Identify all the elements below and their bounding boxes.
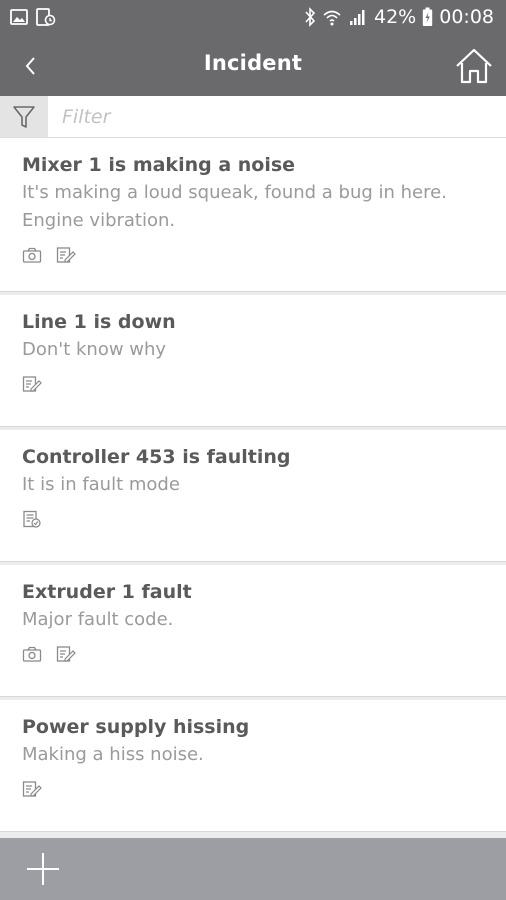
- incident-description: It is in fault mode: [22, 474, 180, 495]
- incident-card[interactable]: Controller 453 is faulting It is in faul…: [0, 430, 506, 562]
- edit-note-icon: [22, 781, 42, 797]
- incident-card[interactable]: Mixer 1 is making a noise It's making a …: [0, 138, 506, 292]
- camera-icon: [22, 646, 42, 662]
- filter-button[interactable]: [0, 96, 48, 137]
- checklist-icon: [23, 510, 41, 528]
- wifi-icon: [323, 10, 341, 26]
- attachment-icons: [22, 644, 484, 664]
- bottom-bar: [0, 838, 506, 900]
- incident-card[interactable]: Extruder 1 fault Major fault code.: [0, 565, 506, 697]
- attachment-icons: [22, 509, 484, 529]
- filter-input[interactable]: [60, 102, 484, 132]
- incident-list: Mixer 1 is making a noise It's making a …: [0, 138, 506, 835]
- edit-note-icon: [22, 376, 42, 392]
- incident-title: Extruder 1 fault: [22, 581, 192, 603]
- home-button[interactable]: [454, 46, 494, 86]
- incident-description: It's making a loud squeak, found a bug i…: [22, 182, 447, 231]
- camera-icon: [22, 247, 42, 263]
- incident-title: Power supply hissing: [22, 716, 250, 738]
- filter-bar: [0, 96, 506, 138]
- signal-icon: [350, 10, 365, 25]
- home-icon: [456, 48, 492, 84]
- battery-charging-icon: [423, 7, 433, 26]
- app-bar: Incident: [0, 36, 506, 96]
- incident-title: Mixer 1 is making a noise: [22, 154, 296, 176]
- attachment-icons: [22, 245, 484, 265]
- battery-percentage: 42%: [374, 6, 417, 28]
- bluetooth-icon: [305, 7, 316, 27]
- plus-icon: [27, 853, 59, 885]
- funnel-icon: [13, 105, 35, 128]
- incident-card[interactable]: Line 1 is down Don't know why: [0, 295, 506, 427]
- attachment-icons: [22, 374, 484, 394]
- incident-title: Line 1 is down: [22, 311, 176, 333]
- add-incident-button[interactable]: [24, 850, 62, 888]
- incident-card[interactable]: Power supply hissing Making a hiss noise…: [0, 700, 506, 832]
- incident-description: Making a hiss noise.: [22, 744, 204, 765]
- attachment-icons: [22, 779, 484, 799]
- edit-note-icon: [56, 247, 76, 263]
- status-bar: 42% 00:08: [0, 0, 506, 36]
- gallery-notification-icon: [10, 9, 28, 25]
- clock: 00:08: [439, 6, 494, 28]
- incident-title: Controller 453 is faulting: [22, 446, 291, 468]
- incident-description: Major fault code.: [22, 609, 174, 630]
- incident-description: Don't know why: [22, 339, 167, 360]
- page-title: Incident: [203, 51, 303, 75]
- screenshot-notification-icon: [36, 8, 56, 26]
- edit-note-icon: [56, 646, 76, 662]
